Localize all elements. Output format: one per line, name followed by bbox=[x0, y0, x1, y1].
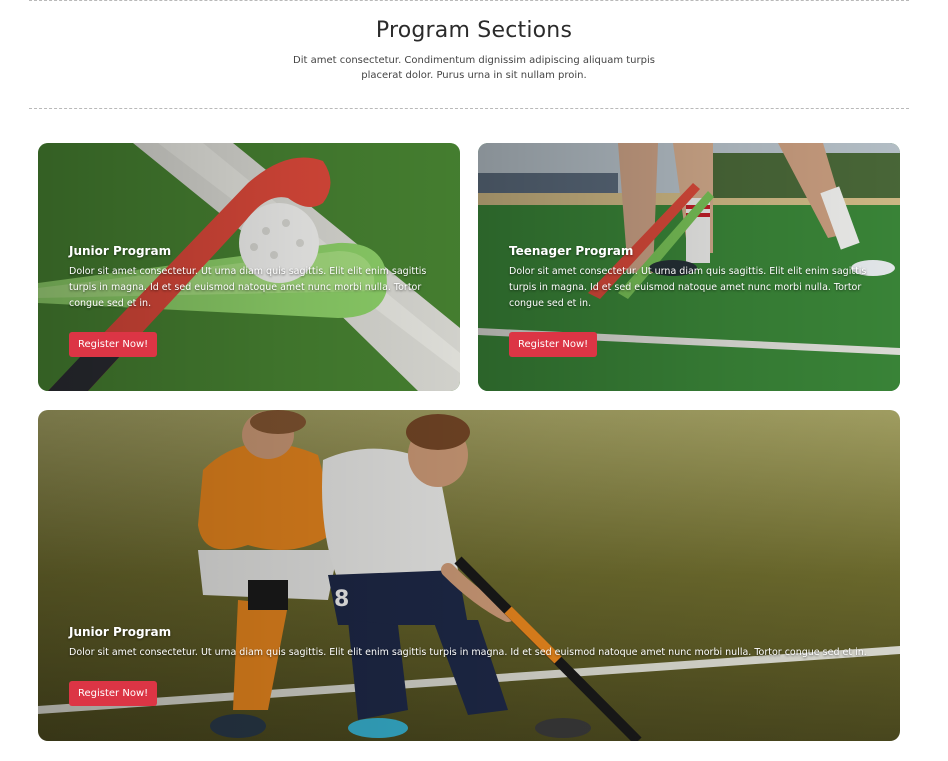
card-content: Junior Program Dolor sit amet consectetu… bbox=[69, 625, 869, 706]
card-title: Junior Program bbox=[69, 244, 172, 258]
card-content: Teenager Program Dolor sit amet consecte… bbox=[509, 244, 869, 357]
card-description: Dolor sit amet consectetur. Ut urna diam… bbox=[69, 647, 867, 658]
register-now-button[interactable]: Register Now! bbox=[509, 332, 598, 357]
section-header: Program Sections Dit amet consectetur. C… bbox=[0, 18, 948, 83]
program-card-teenager: Teenager Program Dolor sit amet consecte… bbox=[478, 143, 900, 391]
card-description: Dolor sit amet consectetur. Ut urna diam… bbox=[509, 266, 867, 309]
card-title: Junior Program bbox=[69, 625, 172, 639]
card-title: Teenager Program bbox=[509, 244, 634, 258]
card-description: Dolor sit amet consectetur. Ut urna diam… bbox=[69, 266, 427, 309]
header-divider bbox=[29, 108, 909, 109]
program-card-junior: Junior Program Dolor sit amet consectetu… bbox=[38, 143, 460, 391]
page-title: Program Sections bbox=[375, 18, 573, 43]
register-now-button[interactable]: Register Now! bbox=[69, 681, 158, 706]
register-now-button[interactable]: Register Now! bbox=[69, 332, 158, 357]
card-content: Junior Program Dolor sit amet consectetu… bbox=[69, 244, 429, 357]
page-subtitle: Dit amet consectetur. Condimentum dignis… bbox=[293, 55, 655, 81]
top-divider bbox=[29, 0, 909, 1]
program-card-junior-wide: 8 Junior Program Dolor sit amet consecte… bbox=[38, 410, 900, 741]
